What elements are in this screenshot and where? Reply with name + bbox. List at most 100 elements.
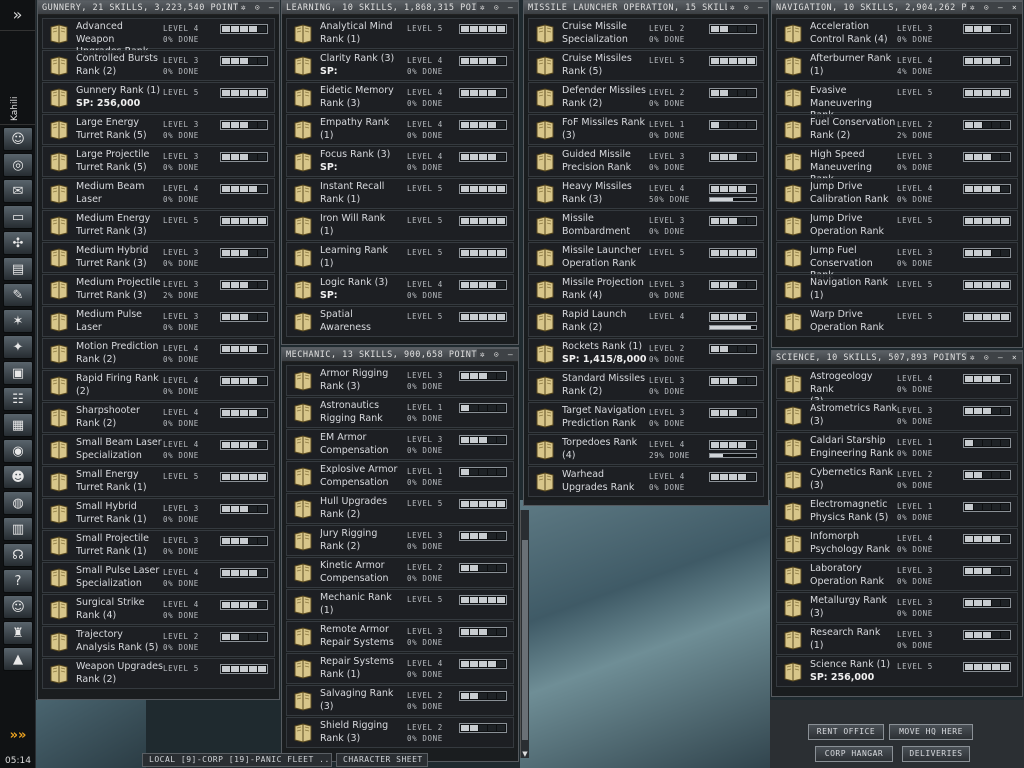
starmap-icon[interactable]: ✶ <box>3 309 33 333</box>
panel-header[interactable]: SCIENCE, 10 SKILLS, 507,893 POINTS ✲ ⊙ – × <box>772 351 1022 365</box>
pin-icon[interactable]: ✲ <box>238 2 249 13</box>
skill-row[interactable]: Rockets Rank (1) SP: 1,415/8,000 LEVEL 2 0%… <box>528 338 764 369</box>
skill-row[interactable]: Target Navigation Prediction Rank LEVEL 30… <box>528 402 764 433</box>
pin-icon[interactable]: ✲ <box>967 352 978 363</box>
skill-row[interactable]: Caldari Starship Engineering Rank LEVEL 10… <box>776 432 1018 463</box>
skill-row[interactable]: Armor Rigging Rank (3) LEVEL 3 0% DONE <box>286 365 514 396</box>
skill-row[interactable]: Gunnery Rank (1) SP: 256,000 LEVEL 5 <box>42 82 275 113</box>
deliveries-button[interactable]: DELIVERIES <box>902 746 970 762</box>
skill-row[interactable]: EM Armor Compensation LEVEL 3 0% DONE <box>286 429 514 460</box>
skill-row[interactable]: Rapid Launch Rank (2) LEVEL 4 <box>528 306 764 337</box>
skill-row[interactable]: Sharpshooter Rank (2) LEVEL 4 0% DONE <box>42 402 275 433</box>
close-icon[interactable]: × <box>1009 352 1020 363</box>
skill-row[interactable]: Large Projectile Turret Rank (5) LEVEL 3 0%… <box>42 146 275 177</box>
skill-row[interactable]: Small Projectile Turret Rank (1) LEVEL 3 0%… <box>42 530 275 561</box>
panel-header[interactable]: MISSILE LAUNCHER OPERATION, 15 SKILLS ✲ ⊙ – <box>524 1 768 15</box>
skill-row[interactable]: Cruise Missile Specialization LEVEL 2 0% DO… <box>528 18 764 49</box>
skill-row[interactable]: Electromagnetic Physics Rank (5) LEVEL 1 0%… <box>776 496 1018 527</box>
move-hq-button[interactable]: MOVE HQ HERE <box>889 724 973 740</box>
skill-row[interactable]: Infomorph Psychology Rank LEVEL 4 0% DONE <box>776 528 1018 559</box>
skill-row[interactable]: Small Energy Turret Rank (1) LEVEL 5 <box>42 466 275 497</box>
skill-row[interactable]: Mechanic Rank (1) LEVEL 5 <box>286 589 514 620</box>
skill-row[interactable]: Remote Armor Repair Systems LEVEL 3 0% DONE <box>286 621 514 652</box>
character-sheet-tab[interactable]: CHARACTER SHEET <box>336 753 428 767</box>
skill-row[interactable]: Missile Launcher Operation Rank LEVEL 5 <box>528 242 764 273</box>
skill-row[interactable]: Small Hybrid Turret Rank (1) LEVEL 3 0% DON… <box>42 498 275 529</box>
skill-row[interactable]: Instant Recall Rank (1) LEVEL 5 <box>286 178 514 209</box>
skill-row[interactable]: Medium Beam Laser LEVEL 4 0% DONE <box>42 178 275 209</box>
skill-row[interactable]: Rapid Firing Rank (2) LEVEL 4 0% DONE <box>42 370 275 401</box>
skill-row[interactable]: Clarity Rank (3) SP: LEVEL 4 0% DONE <box>286 50 514 81</box>
collapse-icon[interactable]: – <box>505 2 516 13</box>
fitting-icon[interactable]: ☊ <box>3 543 33 567</box>
portrait-icon[interactable]: ☺ <box>3 595 33 619</box>
skill-row[interactable]: Small Beam Laser Specialization LEVEL 4 0% … <box>42 434 275 465</box>
skill-row[interactable]: EvasiveManeuvering RankLEVEL 5 <box>776 82 1018 121</box>
help-icon[interactable]: ◉ <box>3 439 33 463</box>
skill-row[interactable]: Iron Will Rank (1) LEVEL 5 <box>286 210 514 241</box>
skill-row[interactable]: Science Rank (1) SP: 256,000 LEVEL 5 <box>776 656 1018 687</box>
notepad-icon[interactable]: ▭ <box>3 205 33 229</box>
scroll-down-arrow[interactable]: ▼ <box>521 750 529 758</box>
market-icon[interactable]: ▤ <box>3 257 33 281</box>
neocom-menu-button[interactable]: »» <box>3 728 33 748</box>
skill-row[interactable]: Fuel Conservation Rank (2) LEVEL 2 2% DONE <box>776 114 1018 145</box>
info-icon[interactable]: ? <box>3 569 33 593</box>
skill-row[interactable]: Standard Missiles Rank (2) LEVEL 3 0% DONE <box>528 370 764 401</box>
minimize-icon[interactable]: ⊙ <box>252 2 263 13</box>
expand-neocom-button[interactable]: » <box>0 0 35 30</box>
character-name-plate[interactable]: Kahili <box>0 30 35 125</box>
collapse-icon[interactable]: – <box>755 2 766 13</box>
pin-icon[interactable]: ✲ <box>967 2 978 13</box>
skill-row[interactable]: Shield Rigging Rank (3) LEVEL 2 0% DONE <box>286 717 514 748</box>
skill-row[interactable]: Advanced WeaponUpgrades RankLEVEL 40% DO… <box>42 18 275 57</box>
collapse-icon[interactable]: – <box>505 349 516 360</box>
skill-row[interactable]: High SpeedManeuvering RankLEVEL 30% DONE <box>776 146 1018 185</box>
skill-row[interactable]: Heavy Missiles Rank (3) LEVEL 4 50% DONE <box>528 178 764 209</box>
skill-row[interactable]: Surgical Strike Rank (4) LEVEL 4 0% DONE <box>42 594 275 625</box>
skill-row[interactable]: Medium Projectile Turret Rank (3) LEVEL 32… <box>42 274 275 305</box>
notes-icon[interactable]: ▥ <box>3 517 33 541</box>
skill-row[interactable]: Jump Drive Calibration Rank LEVEL 4 0% DONE <box>776 178 1018 209</box>
skill-row[interactable]: FoF Missiles Rank (3) LEVEL 1 0% DONE <box>528 114 764 145</box>
minimize-icon[interactable]: ⊙ <box>741 2 752 13</box>
skill-row[interactable]: Empathy Rank (1) LEVEL 4 0% DONE <box>286 114 514 145</box>
neocom-icon[interactable]: ◎ <box>3 153 33 177</box>
skill-row[interactable]: Warhead Upgrades Rank LEVEL 4 0% DONE <box>528 466 764 497</box>
skill-row[interactable]: Laboratory Operation Rank LEVEL 3 0% DONE <box>776 560 1018 591</box>
people-icon[interactable]: ☻ <box>3 465 33 489</box>
skill-row[interactable]: Spatial Awareness LEVEL 5 <box>286 306 514 337</box>
skill-row[interactable]: Missile Projection Rank (4) LEVEL 3 0% DONE <box>528 274 764 305</box>
skill-row[interactable]: Weapon Upgrades Rank (2) LEVEL 5 <box>42 658 275 689</box>
chat-tab[interactable]: LOCAL [9]-CORP [19]-PANIC FLEET ... <box>142 753 332 767</box>
skill-row[interactable]: Salvaging Rank (3) LEVEL 2 0% DONE <box>286 685 514 716</box>
skill-row[interactable]: Eidetic Memory Rank (3) LEVEL 4 0% DONE <box>286 82 514 113</box>
skill-row[interactable]: Afterburner Rank (1) LEVEL 4 4% DONE <box>776 50 1018 81</box>
skill-row[interactable]: Acceleration Control Rank (4) LEVEL 3 0% DO… <box>776 18 1018 49</box>
journal-icon[interactable]: ✎ <box>3 283 33 307</box>
skill-row[interactable]: Medium Energy Turret Rank (3) LEVEL 5 <box>42 210 275 241</box>
skill-row[interactable]: Learning Rank (1) LEVEL 5 <box>286 242 514 273</box>
skill-row[interactable]: Research Rank (1) LEVEL 3 0% DONE <box>776 624 1018 655</box>
skill-row[interactable]: Torpedoes Rank (4) LEVEL 4 29% DONE <box>528 434 764 465</box>
mail-icon[interactable]: ✉ <box>3 179 33 203</box>
skill-row[interactable]: Metallurgy Rank (3) LEVEL 3 0% DONE <box>776 592 1018 623</box>
skill-row[interactable]: Jump FuelConservation RankLEVEL 30% DONE <box>776 242 1018 281</box>
skill-row[interactable]: Hull Upgrades Rank (2) LEVEL 5 <box>286 493 514 524</box>
skill-row[interactable]: Missile Bombardment LEVEL 3 0% DONE <box>528 210 764 241</box>
pin-icon[interactable]: ✲ <box>477 2 488 13</box>
panel-header[interactable]: NAVIGATION, 10 SKILLS, 2,904,262 POINTS✲… <box>772 1 1022 15</box>
minimize-icon[interactable]: ⊙ <box>981 2 992 13</box>
skill-row[interactable]: Defender Missiles Rank (2) LEVEL 2 0% DONE <box>528 82 764 113</box>
collapse-icon[interactable]: – <box>995 2 1006 13</box>
corp-hangar-button[interactable]: CORP HANGAR <box>815 746 893 762</box>
skill-row[interactable]: Astronautics Rigging Rank LEVEL 1 0% DONE <box>286 397 514 428</box>
skill-row[interactable]: Logic Rank (3) SP: LEVEL 4 0% DONE <box>286 274 514 305</box>
assets-icon[interactable]: ✦ <box>3 335 33 359</box>
calculator-icon[interactable]: ▦ <box>3 413 33 437</box>
skill-row[interactable]: Repair Systems Rank (1) LEVEL 4 0% DONE <box>286 653 514 684</box>
skill-row[interactable]: Astrometrics Rank (3) LEVEL 3 0% DONE <box>776 400 1018 431</box>
scrollbar-thumb[interactable] <box>522 540 528 740</box>
cargo-icon[interactable]: ▣ <box>3 361 33 385</box>
panel-header[interactable]: GUNNERY, 21 SKILLS, 3,223,540 POINTS ✲ ⊙ – <box>38 1 279 15</box>
